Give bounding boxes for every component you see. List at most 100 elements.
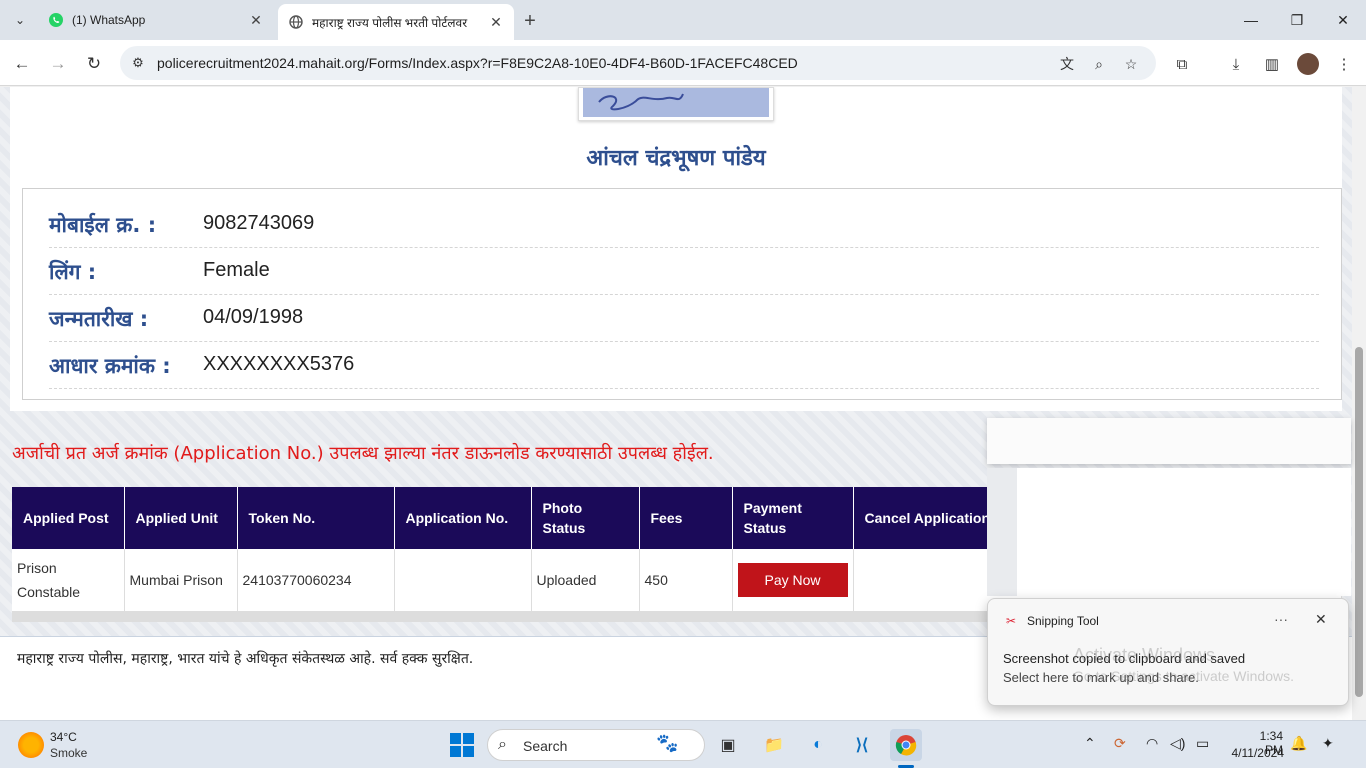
notification-preview-image[interactable] (987, 468, 1351, 596)
restore-icon: ❐ (1290, 11, 1304, 28)
side-panel-icon[interactable]: ▥ (1260, 52, 1284, 76)
minimize-button[interactable]: — (1228, 0, 1274, 40)
tab-police-portal[interactable]: महाराष्ट्र राज्य पोलीस भरती पोर्टलवर ✕ (278, 4, 514, 40)
search-icon: ⌕ (498, 736, 507, 753)
column-header: Applied Unit (124, 487, 238, 549)
weather-temperature[interactable]: 34°C (50, 730, 77, 744)
copyright-text: महाराष्ट्र राज्य पोलीस, महाराष्ट्र, भारत… (17, 651, 474, 667)
start-button[interactable] (446, 729, 478, 761)
tab-title: महाराष्ट्र राज्य पोलीस भरती पोर्टलवर (312, 15, 468, 30)
cell-fees: 450 (639, 549, 733, 612)
volume-icon[interactable]: ◁) (1170, 735, 1185, 752)
weather-sun-icon[interactable] (18, 732, 44, 758)
notification-app-name: Snipping Tool (1027, 614, 1099, 628)
taskbar: 34°C Smoke ⌕ Search 🐾 ▣ 📁 ◐ ⟩⟨ ⌃ ⟳ ◠ ◁) … (0, 720, 1366, 768)
chevron-down-icon: ⌄ (14, 13, 26, 27)
activate-windows-subtext: Go to Settings to activate Windows. (1073, 668, 1294, 684)
cell-applied-post: Prison Constable (12, 549, 125, 612)
windows-logo-icon (450, 733, 474, 757)
signature-image (583, 88, 769, 117)
info-value: 9082743069 (203, 212, 315, 234)
info-label: मोबाईल क्र. : (49, 213, 157, 237)
vscode-icon[interactable]: ⟩⟨ (846, 729, 878, 761)
scissors-icon: ✂ (1005, 614, 1017, 628)
reload-button[interactable]: ↻ (80, 50, 108, 78)
candidate-name: आंचल चंद्रभूषण पांडेय (586, 146, 766, 171)
pay-now-button[interactable]: Pay Now (737, 562, 848, 597)
info-row-gender: लिंग : Female (49, 248, 1319, 295)
info-row-dob: जन्मतारीख : 04/09/1998 (49, 295, 1319, 342)
info-label: आधार क्रमांक : (49, 354, 171, 378)
tab-whatsapp[interactable]: (1) WhatsApp ✕ (38, 4, 274, 36)
forward-button[interactable]: → (44, 50, 72, 78)
cell-application-no (394, 549, 532, 612)
column-header: Token No. (237, 487, 395, 549)
copilot-icon[interactable]: ✦ (1322, 735, 1334, 752)
candidate-info-box: मोबाईल क्र. : 9082743069 लिंग : Female ज… (22, 188, 1342, 400)
more-options-icon[interactable]: ··· (1274, 611, 1288, 627)
plus-icon: + (524, 9, 536, 32)
whatsapp-icon (48, 12, 64, 28)
info-label: जन्मतारीख : (49, 307, 149, 331)
extensions-icon[interactable]: ⧉ (1170, 52, 1194, 76)
cell-photo-status: Uploaded (531, 549, 640, 612)
new-tab-button[interactable]: + (518, 9, 542, 33)
wifi-icon[interactable]: ◠ (1146, 735, 1158, 752)
activate-windows-watermark: Activate Windows (1073, 645, 1216, 665)
task-view-icon[interactable]: ▣ (712, 729, 744, 761)
file-explorer-icon[interactable]: 📁 (758, 729, 790, 761)
chrome-icon[interactable] (890, 729, 922, 761)
tab-search-button[interactable]: ⌄ (8, 8, 32, 32)
clock-date[interactable]: 4/11/2024 (1226, 746, 1285, 760)
close-tab-icon[interactable]: ✕ (488, 14, 504, 30)
arrow-right-icon: → (49, 54, 67, 73)
info-row-aadhaar: आधार क्रमांक : XXXXXXXX5376 (49, 342, 1319, 389)
minimize-icon: — (1244, 12, 1258, 28)
close-icon: ✕ (1337, 11, 1349, 28)
info-value: 04/09/1998 (203, 306, 304, 328)
column-header: Applied Post (12, 487, 125, 549)
page-scrollbar[interactable] (1352, 87, 1366, 720)
arrow-left-icon: ← (13, 54, 31, 73)
battery-icon[interactable]: ▭ (1196, 735, 1209, 752)
search-highlight-icon: 🐾 (656, 733, 679, 753)
weather-condition[interactable]: Smoke (50, 746, 87, 760)
bookmark-star-icon[interactable]: ☆ (1120, 53, 1142, 75)
zoom-icon[interactable]: ⌕ (1088, 53, 1110, 75)
translate-icon[interactable]: 文 (1056, 53, 1078, 75)
restore-button[interactable]: ❐ (1274, 0, 1320, 40)
globe-icon (288, 14, 304, 30)
info-row-mobile: मोबाईल क्र. : 9082743069 (49, 201, 1319, 248)
notification-bell-icon[interactable]: 🔔 (1290, 735, 1307, 752)
menu-kebab-icon[interactable]: ⋮ (1332, 52, 1356, 76)
profile-avatar[interactable] (1296, 52, 1320, 76)
tab-title: (1) WhatsApp (72, 13, 146, 27)
chevron-up-icon[interactable]: ⌃ (1084, 735, 1096, 752)
url-text[interactable]: policerecruitment2024.mahait.org/Forms/I… (157, 55, 798, 71)
info-label: लिंग : (49, 260, 97, 284)
column-header: Payment Status (732, 487, 854, 549)
column-header: Fees (639, 487, 733, 549)
site-info-icon[interactable]: ⚙ (128, 53, 148, 73)
sync-icon[interactable]: ⟳ (1114, 735, 1126, 752)
cell-token-no: 24103770060234 (237, 549, 395, 612)
cell-payment-status: Pay Now (732, 549, 854, 612)
close-tab-icon[interactable]: ✕ (248, 12, 264, 28)
reload-icon: ↻ (86, 54, 102, 73)
signature-box (578, 87, 774, 121)
close-icon[interactable]: ✕ (1315, 611, 1327, 628)
info-value: Female (203, 259, 270, 281)
info-value: XXXXXXXX5376 (203, 353, 355, 375)
edge-icon[interactable]: ◐ (802, 729, 834, 761)
cell-applied-unit: Mumbai Prison (124, 549, 238, 612)
scrollbar-thumb[interactable] (1355, 347, 1363, 697)
download-notice: अर्जाची प्रत अर्ज क्रमांक (Application N… (12, 443, 714, 464)
search-placeholder: Search (523, 738, 568, 754)
close-window-button[interactable]: ✕ (1320, 0, 1366, 40)
column-header: Photo Status (531, 487, 640, 549)
taskbar-search[interactable]: ⌕ Search 🐾 (487, 729, 705, 761)
address-bar[interactable]: ⚙ policerecruitment2024.mahait.org/Forms… (120, 46, 1156, 80)
notification-preview-header (987, 418, 1351, 464)
back-button[interactable]: ← (8, 50, 36, 78)
download-icon[interactable]: ⤓ (1224, 52, 1248, 76)
